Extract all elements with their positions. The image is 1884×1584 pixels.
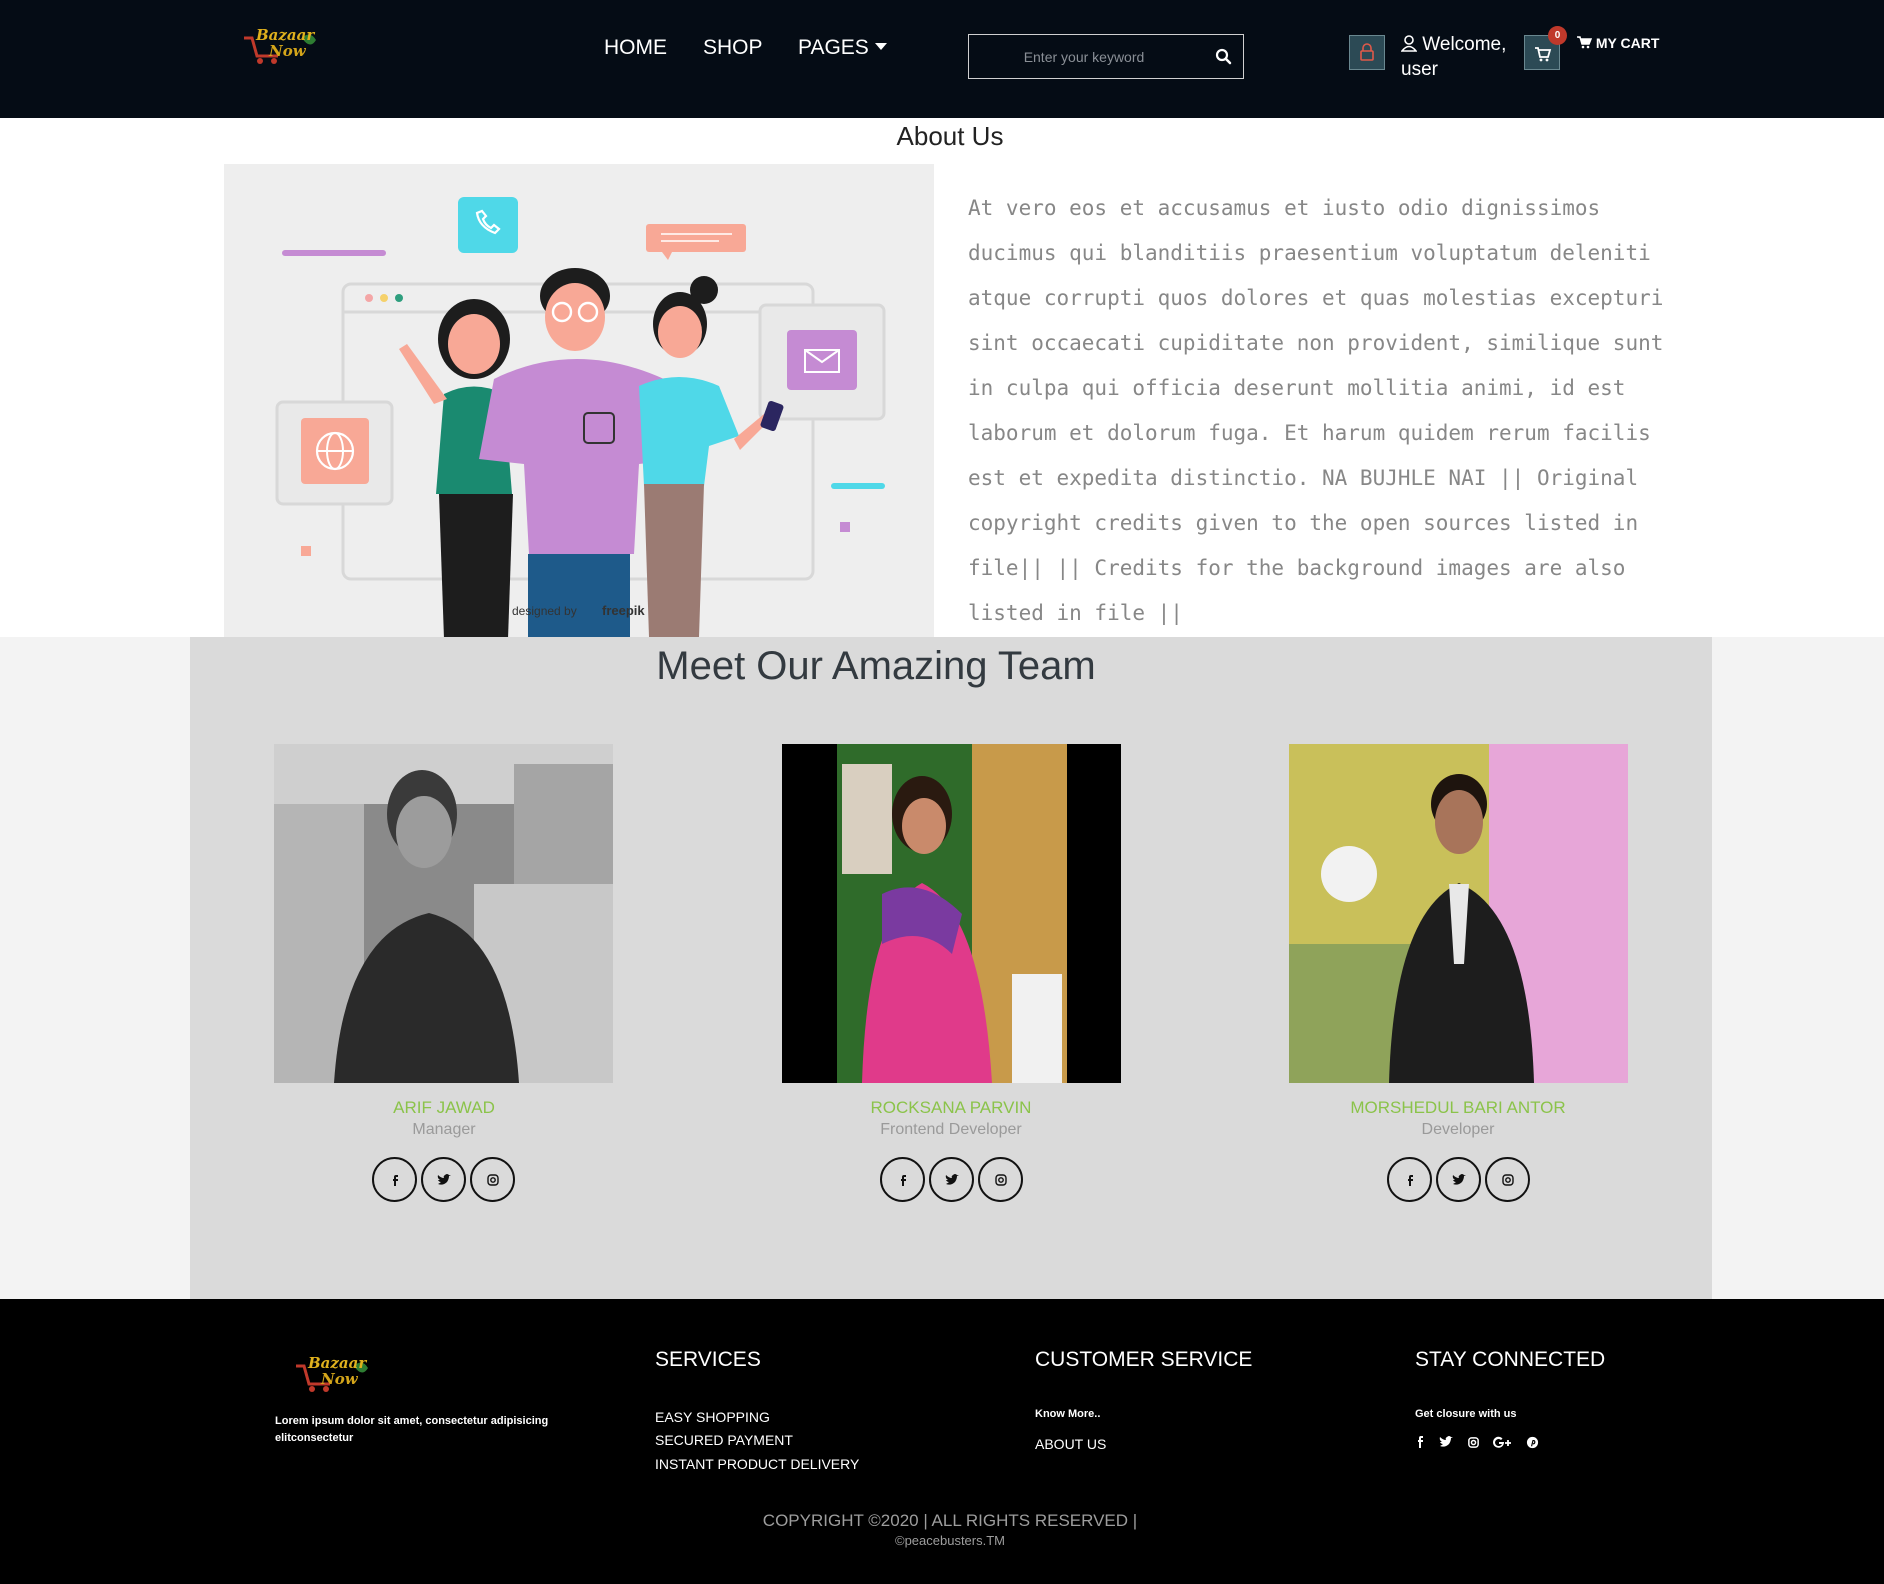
member-name: MORSHEDUL BARI ANTOR — [1350, 1098, 1566, 1117]
member-photo-image — [782, 744, 1121, 1083]
instagram-icon — [994, 1173, 1007, 1186]
nav-pages-label: PAGES — [798, 36, 869, 59]
illustration-credit-brand: freepik — [602, 603, 645, 618]
facebook-icon — [392, 1174, 398, 1186]
footer-pinterest-link[interactable] — [1522, 1434, 1542, 1450]
search-button[interactable] — [1213, 46, 1235, 68]
twitter-icon — [945, 1173, 959, 1185]
logo-text-now: Now — [321, 1370, 358, 1388]
about-text: At vero eos et accusamus et iusto odio d… — [968, 196, 1664, 625]
instagram-link[interactable] — [978, 1157, 1023, 1202]
instagram-link[interactable] — [1485, 1157, 1530, 1202]
service-link-instant-delivery[interactable]: INSTANT PRODUCT DELIVERY — [655, 1456, 859, 1472]
nav-shop[interactable]: SHOP — [703, 36, 763, 60]
search-box — [968, 34, 1244, 79]
pinterest-icon — [1526, 1436, 1538, 1448]
user-button[interactable] — [1349, 35, 1385, 70]
instagram-icon — [486, 1173, 499, 1186]
welcome-username: user — [1401, 59, 1438, 80]
about-us-link[interactable]: ABOUT US — [1035, 1436, 1106, 1452]
member-name: ARIF JAWAD — [393, 1098, 495, 1117]
welcome-text[interactable]: Welcome, user — [1400, 32, 1511, 82]
member-photo-image — [274, 744, 613, 1083]
member-photo-image — [1289, 744, 1628, 1083]
logo-text-now: Now — [269, 42, 306, 60]
twitter-link[interactable] — [421, 1157, 466, 1202]
user-icon — [1400, 35, 1418, 52]
team-illustration-icon: designed by freepik — [224, 164, 934, 637]
site-logo[interactable]: Bazaar Now — [242, 24, 322, 66]
footer-facebook-link[interactable] — [1410, 1434, 1430, 1450]
copyright-text: COPYRIGHT ©2020 | ALL RIGHTS RESERVED | — [762, 1511, 1138, 1530]
facebook-link[interactable] — [372, 1157, 417, 1202]
member-name: ROCKSANA PARVIN — [870, 1098, 1032, 1117]
member-role: Developer — [1421, 1121, 1495, 1138]
twitter-icon — [437, 1173, 451, 1185]
search-input[interactable] — [969, 35, 1199, 78]
my-cart-link[interactable]: MY CART — [1577, 35, 1659, 51]
welcome-label: Welcome, — [1422, 34, 1507, 55]
twitter-link[interactable] — [1436, 1157, 1481, 1202]
team-title: Meet Our Amazing Team — [656, 644, 1096, 688]
facebook-icon — [1407, 1174, 1413, 1186]
footer-twitter-link[interactable] — [1436, 1434, 1456, 1450]
instagram-icon — [1467, 1436, 1479, 1448]
service-link-secured-payment[interactable]: SECURED PAYMENT — [655, 1432, 793, 1448]
member-role: Manager — [412, 1121, 476, 1138]
facebook-link[interactable] — [1387, 1157, 1432, 1202]
member-role: Frontend Developer — [880, 1121, 1022, 1138]
caret-down-icon — [874, 42, 887, 50]
facebook-icon — [900, 1174, 906, 1186]
stay-connected-heading: STAY CONNECTED — [1415, 1348, 1606, 1371]
facebook-link[interactable] — [880, 1157, 925, 1202]
twitter-link[interactable] — [929, 1157, 974, 1202]
trademark-text: ©peacebusters.TM — [894, 1533, 1005, 1548]
member-photo — [1289, 744, 1628, 1083]
about-title: About Us — [896, 121, 1004, 151]
services-heading: SERVICES — [655, 1348, 761, 1371]
footer-google-plus-link[interactable] — [1490, 1434, 1516, 1450]
cart-icon — [1577, 36, 1593, 49]
cart-count-badge: 0 — [1548, 26, 1567, 45]
lock-icon — [1360, 43, 1374, 61]
service-link-easy-shopping[interactable]: EASY SHOPPING — [655, 1409, 770, 1425]
customer-service-heading: CUSTOMER SERVICE — [1035, 1348, 1253, 1371]
member-photo — [274, 744, 613, 1083]
twitter-icon — [1439, 1436, 1453, 1447]
stay-connected-subtitle: Get closure with us — [1415, 1408, 1517, 1420]
member-photo — [782, 744, 1121, 1083]
instagram-icon — [1501, 1173, 1514, 1186]
twitter-icon — [1452, 1173, 1466, 1185]
about-illustration: designed by freepik — [224, 164, 934, 637]
instagram-link[interactable] — [470, 1157, 515, 1202]
nav-pages[interactable]: PAGES — [798, 36, 887, 60]
footer-description: Lorem ipsum dolor sit amet, consectetur … — [275, 1415, 549, 1444]
google-plus-icon — [1493, 1436, 1511, 1448]
illustration-credit-text: designed by — [512, 604, 577, 618]
know-more-text: Know More.. — [1035, 1408, 1101, 1420]
facebook-icon — [1418, 1436, 1423, 1448]
search-icon — [1215, 48, 1232, 65]
nav-home[interactable]: HOME — [604, 36, 667, 60]
my-cart-label: MY CART — [1595, 35, 1660, 51]
footer-logo[interactable]: Bazaar Now — [294, 1352, 374, 1394]
footer-instagram-link[interactable] — [1463, 1434, 1483, 1450]
